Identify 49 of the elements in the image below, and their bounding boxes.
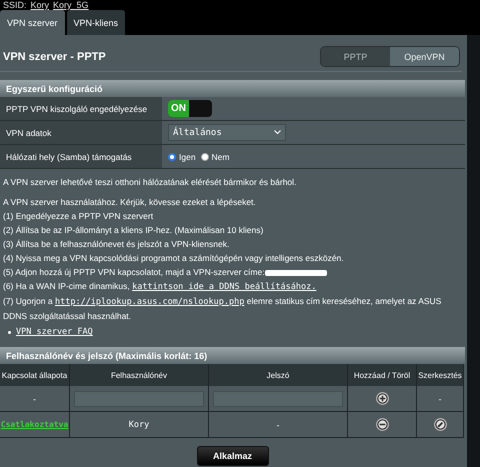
radio-label: Nem bbox=[212, 152, 230, 162]
column-header: Felhasználónév bbox=[70, 364, 209, 386]
step-text: (6) Ha a WAN IP-cime dinamikus, kattintson ide a DDNS beállításához. bbox=[3, 280, 318, 294]
bullet-icon bbox=[8, 330, 11, 334]
step-text: (2) Állítsa be az IP-állományt a kliens IP-hez. (Maximálisan 10 kliens) bbox=[3, 224, 264, 237]
column-header: Kapcsolat állapota bbox=[0, 364, 70, 386]
edit-icon[interactable] bbox=[432, 417, 448, 432]
remove-icon[interactable] bbox=[374, 417, 390, 432]
toggle-fill: ON bbox=[168, 100, 189, 117]
ssid-name[interactable]: Kory_5G bbox=[53, 1, 89, 10]
setting-label: Hálózati hely (Samba) támogatás bbox=[0, 145, 162, 168]
column-header: Hozzáad / Töröl bbox=[348, 364, 417, 386]
mode-toggle[interactable]: OpenVPN bbox=[390, 47, 459, 66]
ssid-name[interactable]: Kory bbox=[30, 1, 50, 10]
setting-label: VPN adatok bbox=[0, 121, 162, 144]
table-cell: Kory bbox=[70, 412, 209, 438]
section-header: Egyszerű konfiguráció bbox=[0, 80, 465, 97]
step-text: (4) Nyissa meg a VPN kapcsolódási programot a számítógépén vagy intelligens eszközén. bbox=[3, 252, 345, 265]
table-cell: - bbox=[0, 386, 70, 412]
input-field[interactable] bbox=[213, 390, 343, 406]
input-field[interactable] bbox=[74, 390, 204, 406]
radio-label: Igen bbox=[179, 152, 196, 162]
step-text: (7) Ugorjon a http://iplookup.asus.com/nslookup.php elemre statikus cím kereséséhez, amelyet az ASUS DDNS szolgáltatással használhat. bbox=[3, 295, 442, 323]
ssid-label: SSID: bbox=[3, 1, 27, 10]
steps-heading: A VPN szerver használatához. Kérjük, kövesse ezeket a lépéseket. bbox=[3, 196, 257, 209]
link[interactable]: http://iplookup.asus.com/nslookup.php bbox=[54, 297, 244, 307]
step-text: (5) Adjon hozzá új PPTP VPN kapcsolatot, majd a VPN-szerver címe: bbox=[3, 267, 265, 277]
section-header: Felhasználónév és jelszó (Maximális korlát: 16) bbox=[0, 347, 465, 364]
tab[interactable]: VPN-kliens bbox=[66, 10, 126, 35]
status-link[interactable]: Csatlakoztatva bbox=[0, 420, 68, 429]
table-cell: - bbox=[209, 412, 348, 438]
page-title: VPN szerver - PPTP bbox=[3, 50, 106, 62]
step-text: (3) Állítsa be a felhasználónevet és jelszót a VPN-kliensnek. bbox=[3, 238, 230, 251]
setting-label: PPTP VPN kiszolgáló engedélyezése bbox=[0, 97, 162, 120]
column-header: Jelszó bbox=[209, 364, 348, 386]
add-icon[interactable] bbox=[374, 391, 390, 406]
table-cell: - bbox=[417, 386, 464, 412]
link[interactable]: kattintson ide a DDNS beállításához. bbox=[132, 282, 316, 292]
step-text: (1) Engedélyezze a PPTP VPN szervert bbox=[3, 210, 154, 223]
apply-button[interactable]: Alkalmaz bbox=[196, 446, 268, 466]
dropdown-select[interactable]: Általános bbox=[168, 124, 286, 141]
intro-text: A VPN szerver lehetővé teszi otthoni hálózatának elérését bármikor és bárhol. bbox=[3, 176, 298, 189]
column-header: Szerkesztés bbox=[417, 364, 464, 386]
faq-link[interactable]: VPN szerver FAQ bbox=[16, 325, 93, 339]
radio-button[interactable] bbox=[200, 152, 209, 160]
mode-toggle[interactable]: PPTP bbox=[321, 47, 390, 66]
radio-button[interactable] bbox=[168, 152, 176, 160]
chevron-down-icon bbox=[274, 130, 281, 135]
tab[interactable]: VPN szerver bbox=[0, 10, 65, 35]
